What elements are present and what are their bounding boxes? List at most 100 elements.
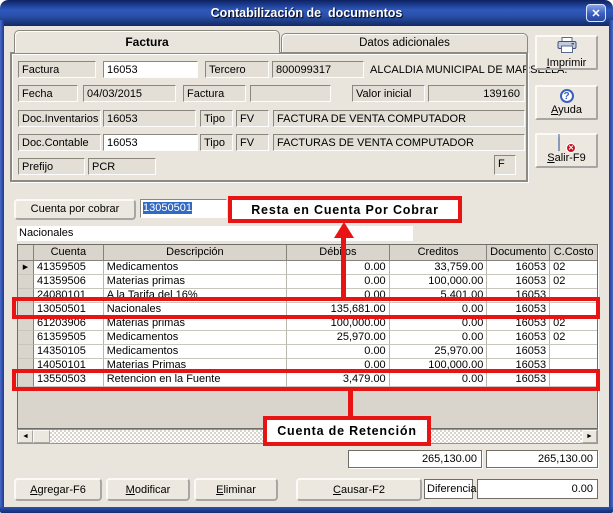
exit-icon: ✕ <box>558 138 575 151</box>
cell-ccosto <box>550 359 597 373</box>
table-row[interactable]: 14350105 Medicamentos 0.00 25,970.00 160… <box>18 345 597 359</box>
table-row[interactable]: ▶ 41359505 Medicamentos 0.00 33,759.00 1… <box>18 261 597 275</box>
agregar-button[interactable]: Agregar-F6 <box>14 478 102 501</box>
agregar-label: Agregar-F6 <box>30 484 86 496</box>
cell-debitos: 0.00 <box>287 289 390 303</box>
cell-documento: 16053 <box>487 331 550 345</box>
cell-ccosto: 02 <box>550 261 597 275</box>
tab-factura[interactable]: Factura <box>14 30 280 53</box>
eliminar-button[interactable]: Eliminar <box>194 478 278 501</box>
cell-debitos: 100,000.00 <box>287 317 390 331</box>
cell-debitos: 0.00 <box>287 345 390 359</box>
title-bar: Contabilización de documentos <box>0 0 613 26</box>
header-ccosto[interactable]: C.Costo <box>550 245 597 261</box>
table-row[interactable]: 24080101 A la Tarifa del 16% 0.00 5,401.… <box>18 289 597 303</box>
ayuda-button[interactable]: ? Ayuda <box>535 85 598 120</box>
row-selector <box>18 345 34 359</box>
close-icon[interactable]: ✕ <box>586 4 606 22</box>
cell-creditos: 100,000.00 <box>390 359 488 373</box>
cell-descripcion: Materias primas <box>104 317 287 331</box>
cell-descripcion: Nacionales <box>104 303 287 317</box>
header-cuenta[interactable]: Cuenta <box>34 245 104 261</box>
cell-debitos: 0.00 <box>287 261 390 275</box>
annotation-cuenta-de-retencion: Cuenta de Retención <box>263 416 431 446</box>
cell-debitos: 0.00 <box>287 275 390 289</box>
salir-label: Salir-F9 <box>547 152 586 164</box>
cell-ccosto <box>550 373 597 387</box>
cell-creditos: 5,401.00 <box>390 289 488 303</box>
cell-debitos: 0.00 <box>287 359 390 373</box>
header-creditos[interactable]: Creditos <box>390 245 488 261</box>
table-row[interactable]: 61359505 Medicamentos 25,970.00 0.00 160… <box>18 331 597 345</box>
table-row-retencion-highlighted[interactable]: 13550503 Retencion en la Fuente 3,479.00… <box>18 373 597 387</box>
modificar-label: Modificar <box>126 484 171 496</box>
cell-documento: 16053 <box>487 345 550 359</box>
cell-creditos: 25,970.00 <box>390 345 488 359</box>
diferencia-label: Diferencia <box>424 479 473 499</box>
header-documento[interactable]: Documento <box>487 245 550 261</box>
cell-documento: 16053 <box>487 359 550 373</box>
total-debitos-field: 265,130.00 <box>348 450 482 468</box>
cell-creditos: 0.00 <box>390 303 488 317</box>
row-selector <box>18 317 34 331</box>
cell-descripcion: Medicamentos <box>104 261 287 275</box>
cell-ccosto <box>550 289 597 303</box>
cell-descripcion: Medicamentos <box>104 345 287 359</box>
row-selector <box>18 289 34 303</box>
contabilizacion-dialog: Contabilización de documentos ✕ Datos ad… <box>0 0 613 513</box>
window-border-left <box>0 20 4 507</box>
cell-cuenta: 61359505 <box>34 331 104 345</box>
cell-ccosto: 02 <box>550 331 597 345</box>
cell-descripcion: Materias Primas <box>104 359 287 373</box>
table-row[interactable]: 41359506 Materias primas 0.00 100,000.00… <box>18 275 597 289</box>
row-selector <box>18 331 34 345</box>
row-selector <box>18 359 34 373</box>
imprimir-label: Imprimir <box>547 57 587 69</box>
cell-creditos: 0.00 <box>390 331 488 345</box>
cell-cuenta: 61203906 <box>34 317 104 331</box>
cell-documento: 16053 <box>487 289 550 303</box>
ledger-table[interactable]: Cuenta Descripción Débitos Creditos Docu… <box>17 244 598 429</box>
cell-cuenta: 14050101 <box>34 359 104 373</box>
table-row[interactable]: 14050101 Materias Primas 0.00 100,000.00… <box>18 359 597 373</box>
cell-ccosto: 02 <box>550 275 597 289</box>
factura-panel <box>10 52 528 182</box>
cell-ccosto: 02 <box>550 317 597 331</box>
scroll-left-icon[interactable]: ◄ <box>18 430 33 443</box>
tab-datos-adicionales[interactable]: Datos adicionales <box>281 33 528 53</box>
header-descripcion[interactable]: Descripción <box>104 245 287 261</box>
table-header-row: Cuenta Descripción Débitos Creditos Docu… <box>18 245 597 261</box>
causar-button[interactable]: Causar-F2 <box>296 478 422 501</box>
cell-cuenta: 13550503 <box>34 373 104 387</box>
cell-creditos: 0.00 <box>390 373 488 387</box>
cell-ccosto <box>550 345 597 359</box>
causar-label: Causar-F2 <box>333 484 385 496</box>
imprimir-button[interactable]: Imprimir <box>535 35 598 70</box>
cell-debitos: 25,970.00 <box>287 331 390 345</box>
row-pointer-icon: ▶ <box>18 261 34 275</box>
table-row-nacionales-highlighted[interactable]: 13050501 Nacionales 135,681.00 0.00 1605… <box>18 303 597 317</box>
header-debitos[interactable]: Débitos <box>287 245 390 261</box>
row-selector <box>18 373 34 387</box>
cell-descripcion: Medicamentos <box>104 331 287 345</box>
cuenta-por-cobrar-button[interactable]: Cuenta por cobrar <box>14 199 136 220</box>
total-creditos-field: 265,130.00 <box>486 450 598 468</box>
cuenta-por-cobrar-input[interactable]: 13050501 <box>140 199 227 218</box>
selected-account-text: 13050501 <box>143 202 192 214</box>
cell-documento: 16053 <box>487 275 550 289</box>
ayuda-label: Ayuda <box>551 104 582 116</box>
cell-debitos: 135,681.00 <box>287 303 390 317</box>
scrollbar-thumb[interactable] <box>33 430 50 443</box>
scroll-right-icon[interactable]: ► <box>582 430 597 443</box>
row-selector <box>18 303 34 317</box>
modificar-button[interactable]: Modificar <box>106 478 190 501</box>
annotation-resta-cuenta-por-cobrar: Resta en Cuenta Por Cobrar <box>228 196 462 223</box>
cell-cuenta: 14350105 <box>34 345 104 359</box>
header-selector <box>18 245 34 261</box>
eliminar-label: Eliminar <box>216 484 256 496</box>
table-row[interactable]: 61203906 Materias primas 100,000.00 0.00… <box>18 317 597 331</box>
cell-creditos: 33,759.00 <box>390 261 488 275</box>
salir-button[interactable]: ✕ Salir-F9 <box>535 133 598 168</box>
cell-documento: 16053 <box>487 303 550 317</box>
window-title: Contabilización de documentos <box>211 6 403 20</box>
